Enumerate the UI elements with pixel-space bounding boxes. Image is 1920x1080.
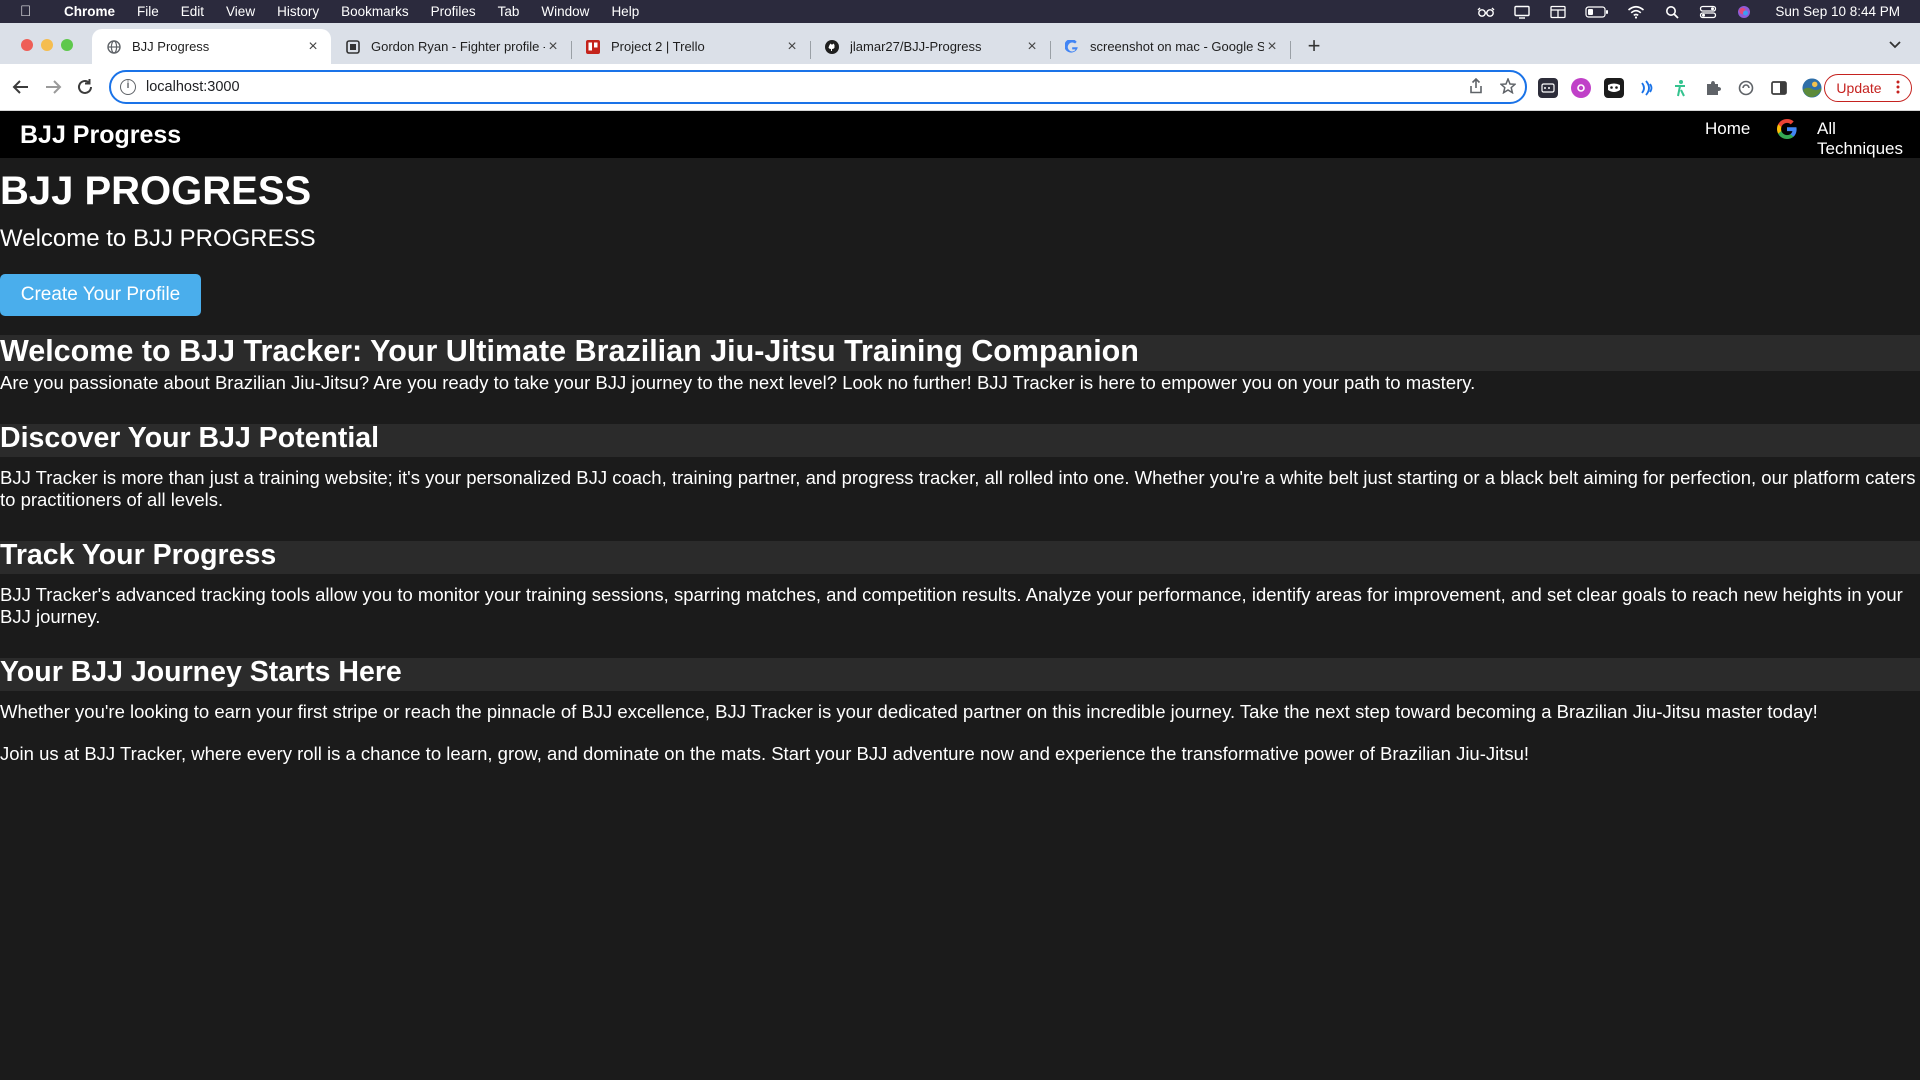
hero-title: BJJ PROGRESS (0, 169, 312, 213)
site-info-icon[interactable]: i (120, 79, 136, 95)
extension-green-figure-icon[interactable] (1670, 78, 1690, 98)
section-title-track: Track Your Progress (0, 539, 277, 571)
extension-bitwarden-icon[interactable] (1538, 78, 1558, 98)
menu-view[interactable]: View (226, 4, 255, 19)
extensions-puzzle-icon[interactable] (1703, 78, 1723, 98)
glasses-icon[interactable] (1477, 5, 1495, 19)
tab-close-icon[interactable]: × (784, 38, 800, 55)
trello-icon (585, 39, 601, 55)
kebab-menu-icon (1896, 80, 1900, 97)
tab-bjj-progress[interactable]: BJJ Progress × (92, 29, 331, 64)
create-profile-label: Create Your Profile (20, 284, 181, 305)
tab-separator (1290, 41, 1291, 59)
update-label: Update (1836, 80, 1882, 96)
status-area: Sun Sep 10 8:44 PM (1477, 0, 1900, 23)
macos-menubar:  Chrome File Edit View History Bookmark… (0, 0, 1920, 23)
address-bar[interactable]: i localhost:3000 (109, 70, 1527, 104)
section-text-discover: BJJ Tracker is more than just a training… (0, 467, 1916, 510)
site-brand[interactable]: BJJ Progress (20, 121, 181, 150)
side-panel-icon[interactable] (1769, 78, 1789, 98)
extension-waves-icon[interactable] (1637, 78, 1657, 98)
tab-title: screenshot on mac - Google Se (1090, 39, 1264, 54)
nav-link-all-techniques[interactable]: All Techniques (1817, 119, 1920, 159)
extension-pink-circle-icon[interactable] (1571, 78, 1591, 98)
tab-close-icon[interactable]: × (1264, 38, 1280, 55)
update-button[interactable]: Update (1824, 74, 1912, 102)
section-text-join: Join us at BJJ Tracker, where every roll… (0, 743, 1530, 764)
section-text-welcome: Are you passionate about Brazilian Jiu-J… (0, 372, 1476, 393)
menu-window[interactable]: Window (541, 4, 589, 19)
display-icon[interactable] (1513, 5, 1531, 19)
spotlight-search-icon[interactable] (1663, 5, 1681, 19)
window-layout-icon[interactable] (1549, 5, 1567, 19)
tab-close-icon[interactable]: × (545, 38, 561, 55)
menu-tab[interactable]: Tab (498, 4, 520, 19)
tab-trello[interactable]: Project 2 | Trello × (571, 29, 810, 64)
battery-icon[interactable] (1585, 5, 1609, 19)
nav-link-home[interactable]: Home (1705, 119, 1750, 139)
extension-sync-circle-icon[interactable] (1736, 78, 1756, 98)
tab-title: jlamar27/BJJ-Progress (850, 39, 982, 54)
tab-title: BJJ Progress (132, 39, 210, 54)
bookmark-star-icon[interactable] (1499, 76, 1517, 96)
menu-history[interactable]: History (277, 4, 319, 19)
close-window-button[interactable] (21, 39, 33, 51)
hero-subtitle: Welcome to BJJ PROGRESS (0, 225, 316, 252)
web-page: BJJ Progress Home All Techniques BJJ PRO… (0, 111, 1920, 1080)
section-title-journey: Your BJJ Journey Starts Here (0, 656, 402, 688)
tab-strip: BJJ Progress × Gordon Ryan - Fighter pro… (0, 23, 1920, 64)
tab-github[interactable]: jlamar27/BJJ-Progress × (810, 29, 1050, 64)
browser-toolbar: i localhost:3000 Update (0, 64, 1920, 111)
tab-close-icon[interactable]: × (1024, 38, 1040, 55)
new-tab-plus-icon[interactable]: + (1302, 35, 1326, 59)
extensions-area (1538, 78, 1822, 98)
tab-search-chevron-icon[interactable] (1888, 37, 1904, 53)
extension-dark-mask-icon[interactable] (1604, 78, 1624, 98)
tab-title: Project 2 | Trello (611, 39, 705, 54)
menu-bookmarks[interactable]: Bookmarks (341, 4, 409, 19)
wifi-icon[interactable] (1627, 5, 1645, 19)
menu-edit[interactable]: Edit (181, 4, 204, 19)
siri-icon[interactable] (1735, 5, 1753, 19)
forward-arrow-icon[interactable] (42, 76, 64, 98)
back-arrow-icon[interactable] (10, 76, 32, 98)
menu-chrome[interactable]: Chrome (64, 4, 115, 19)
omnibox-actions (1467, 76, 1517, 96)
google-icon (1064, 39, 1080, 55)
address-bar-url[interactable]: localhost:3000 (146, 79, 240, 95)
create-profile-button[interactable]: Create Your Profile (0, 274, 201, 316)
menubar-clock[interactable]: Sun Sep 10 8:44 PM (1775, 4, 1900, 19)
tab-close-icon[interactable]: × (305, 38, 321, 55)
profile-avatar-icon[interactable] (1802, 78, 1822, 98)
globe-icon (106, 39, 122, 55)
apple-icon[interactable]:  (20, 3, 34, 20)
section-text-track: BJJ Tracker's advanced tracking tools al… (0, 584, 1903, 627)
tab-gordon-ryan[interactable]: Gordon Ryan - Fighter profile - × (331, 29, 571, 64)
section-title-discover: Discover Your BJJ Potential (0, 422, 380, 454)
site-navbar: BJJ Progress Home All Techniques (0, 111, 1920, 158)
section-text-journey: Whether you're looking to earn your firs… (0, 701, 1818, 722)
control-center-icon[interactable] (1699, 5, 1717, 19)
menu-file[interactable]: File (137, 4, 159, 19)
github-icon (824, 39, 840, 55)
tab-title: Gordon Ryan - Fighter profile - (371, 39, 545, 54)
minimize-window-button[interactable] (41, 39, 53, 51)
menu-help[interactable]: Help (611, 4, 639, 19)
fighter-site-icon (345, 39, 361, 55)
menu-profiles[interactable]: Profiles (431, 4, 476, 19)
share-icon[interactable] (1467, 77, 1485, 96)
section-band (0, 541, 1920, 574)
google-sign-in-icon[interactable] (1776, 118, 1798, 140)
reload-icon[interactable] (74, 76, 96, 98)
section-title-welcome: Welcome to BJJ Tracker: Your Ultimate Br… (0, 334, 1139, 368)
fullscreen-window-button[interactable] (61, 39, 73, 51)
tab-google-search[interactable]: screenshot on mac - Google Se × (1050, 29, 1290, 64)
